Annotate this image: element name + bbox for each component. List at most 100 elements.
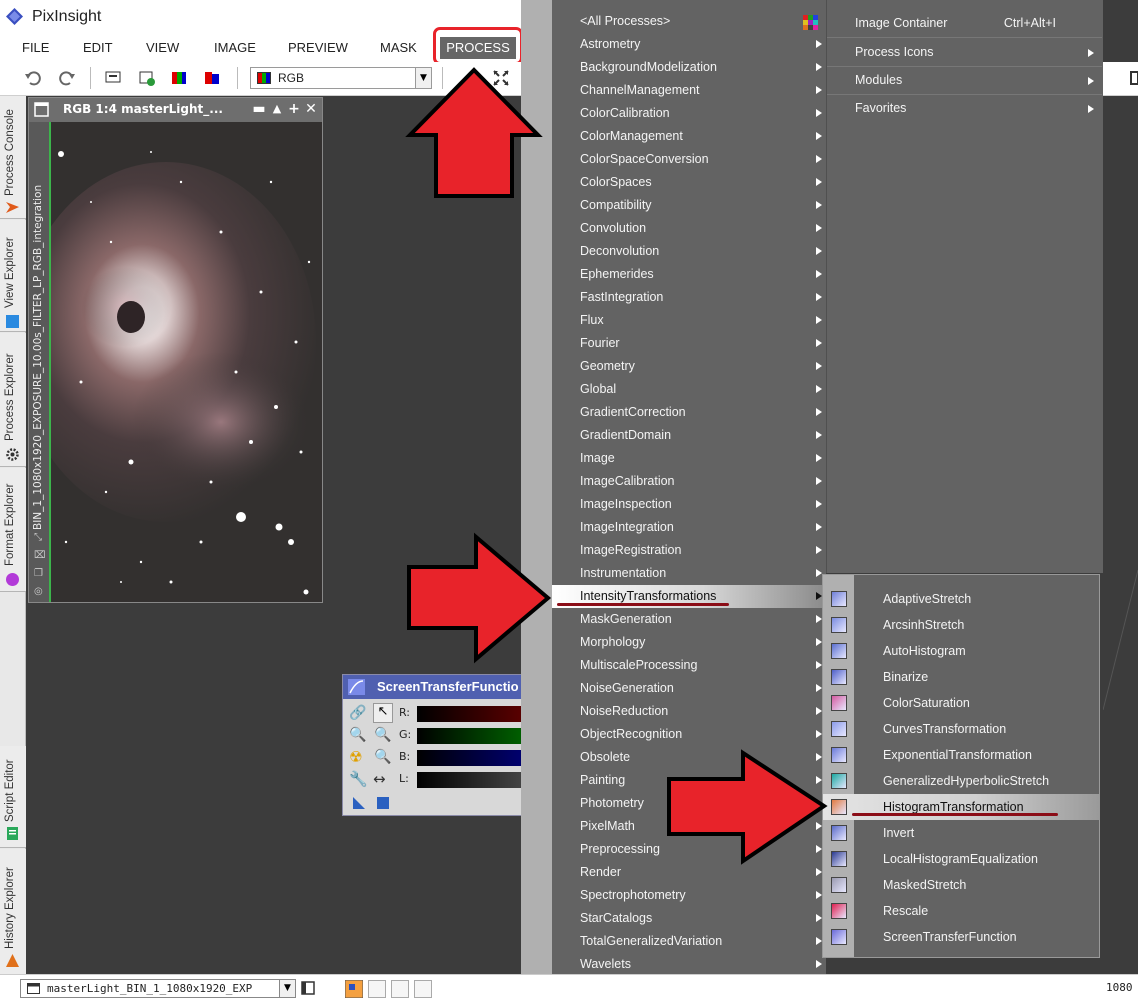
stf-luminance-slider[interactable] [417, 772, 523, 788]
zoom-icon[interactable]: 🔍 [349, 727, 366, 743]
process-menu-item[interactable]: ColorSpaceConversion [552, 148, 826, 171]
process-menu-item[interactable]: Convolution [552, 217, 826, 240]
tab-process-explorer[interactable]: Process Explorer [0, 333, 26, 467]
process-menu-item[interactable]: NoiseReduction [552, 700, 826, 723]
process-menu-item[interactable]: Painting [552, 769, 826, 792]
target-icon[interactable]: ◎ [34, 586, 43, 597]
new-image-icon[interactable] [138, 69, 156, 87]
intensity-menu-item[interactable]: Binarize [823, 664, 1099, 690]
menu-item-favorites[interactable]: Favorites [827, 95, 1102, 123]
stf-red-slider[interactable] [417, 706, 523, 722]
close-icon[interactable]: ✕ [303, 101, 319, 117]
process-menu-item[interactable]: NoiseGeneration [552, 677, 826, 700]
menu-item-image-container[interactable]: Image Container Ctrl+Alt+I [827, 10, 1102, 38]
minimize-icon[interactable]: ▬ [251, 101, 267, 117]
tab-format-explorer[interactable]: Format Explorer [0, 468, 26, 592]
horizontal-arrows-icon[interactable]: ↔ [373, 770, 386, 788]
empty-slot[interactable] [414, 980, 432, 998]
pointer-icon[interactable]: ↖ [373, 703, 393, 723]
process-menu-item[interactable]: FastIntegration [552, 286, 826, 309]
fit-view-icon[interactable] [492, 69, 510, 87]
tab-view-explorer[interactable]: View Explorer [0, 220, 26, 332]
zoom-in-icon[interactable]: 🔍 [374, 727, 391, 743]
tab-history-explorer[interactable]: History Explorer [0, 849, 26, 974]
redo-icon[interactable] [58, 69, 76, 87]
screen-icon[interactable] [104, 69, 122, 87]
intensity-menu-item[interactable]: GeneralizedHyperbolicStretch [823, 768, 1099, 794]
image-window-titlebar[interactable]: RGB 1:4 masterLight_... ▬ ▲ + ✕ [29, 98, 322, 122]
process-menu-item[interactable]: Photometry [552, 792, 826, 815]
intensity-menu-item[interactable]: MaskedStretch [823, 872, 1099, 898]
process-menu-item[interactable]: Spectrophotometry [552, 884, 826, 907]
undo-icon[interactable] [24, 69, 42, 87]
intensity-menu-item[interactable]: Rescale [823, 898, 1099, 924]
intensity-menu-item[interactable]: AutoHistogram [823, 638, 1099, 664]
process-menu-item[interactable]: Global [552, 378, 826, 401]
process-menu-item[interactable]: Flux [552, 309, 826, 332]
process-menu-item[interactable]: Instrumentation [552, 562, 826, 585]
tab-process-console[interactable]: Process Console [0, 96, 26, 219]
process-menu-item[interactable]: Preprocessing [552, 838, 826, 861]
rgb-channels-icon[interactable] [170, 69, 188, 87]
process-menu-item[interactable]: MaskGeneration [552, 608, 826, 631]
process-menu-item[interactable]: ImageInspection [552, 493, 826, 516]
copy-icon[interactable]: ❐ [34, 568, 43, 579]
shade-icon[interactable]: ▲ [269, 101, 285, 117]
maximize-icon[interactable]: + [286, 101, 302, 117]
process-menu-item[interactable]: ImageRegistration [552, 539, 826, 562]
process-menu-item[interactable]: Compatibility [552, 194, 826, 217]
stf-titlebar[interactable]: ScreenTransferFunctio [343, 675, 523, 699]
link-icon[interactable]: 🔗 [349, 705, 366, 721]
process-menu-item[interactable]: Ephemerides [552, 263, 826, 286]
menu-preview[interactable]: PREVIEW [288, 40, 348, 55]
zoom-out-icon[interactable]: 🔍 [374, 749, 391, 765]
process-menu-item[interactable]: ImageIntegration [552, 516, 826, 539]
menu-view[interactable]: VIEW [146, 40, 179, 55]
process-menu-item[interactable]: ChannelManagement [552, 79, 826, 102]
intensity-menu-item[interactable]: LocalHistogramEqualization [823, 846, 1099, 872]
process-menu-item[interactable]: Wavelets [552, 953, 826, 976]
tab-script-editor[interactable]: Script Editor [0, 746, 26, 848]
intensity-menu-item[interactable]: ArcsinhStretch [823, 612, 1099, 638]
process-menu-item[interactable]: Astrometry [552, 33, 826, 56]
intensity-menu-item[interactable]: ColorSaturation [823, 690, 1099, 716]
link-view-icon[interactable]: ⤡ [34, 532, 42, 543]
menu-mask[interactable]: MASK [380, 40, 417, 55]
apply-global-icon[interactable] [377, 797, 389, 809]
process-menu-item[interactable]: StarCatalogs [552, 907, 826, 930]
wrench-icon[interactable]: 🔧 [349, 770, 368, 788]
intensity-menu-item[interactable]: Invert [823, 820, 1099, 846]
screen-transfer-function-panel[interactable]: ScreenTransferFunctio 🔗 ↖ R: 🔍 🔍 G: ☢ 🔍 … [342, 674, 523, 816]
menu-file[interactable]: FILE [22, 40, 49, 55]
menu-item-process-icons[interactable]: Process Icons [827, 39, 1102, 67]
menu-item-modules[interactable]: Modules [827, 67, 1102, 95]
intensity-menu-item[interactable]: HistogramTransformation [823, 794, 1099, 820]
preview-icon[interactable]: ⌧ [34, 550, 46, 561]
auto-stretch-icon[interactable]: ☢ [349, 748, 362, 766]
process-menu-item[interactable]: Deconvolution [552, 240, 826, 263]
process-menu-item[interactable]: PixelMath [552, 815, 826, 838]
process-menu-item[interactable]: ColorSpaces [552, 171, 826, 194]
window-icon[interactable] [300, 980, 316, 996]
intensity-menu-item[interactable]: CurvesTransformation [823, 716, 1099, 742]
process-menu-item[interactable]: Image [552, 447, 826, 470]
toolbar-overflow-icon[interactable] [1129, 70, 1138, 86]
image-window[interactable]: RGB 1:4 masterLight_... ▬ ▲ + ✕ BIN_1_10… [28, 97, 323, 603]
chevron-down-icon[interactable]: ▼ [279, 980, 295, 997]
process-menu-item[interactable]: Geometry [552, 355, 826, 378]
empty-slot[interactable] [391, 980, 409, 998]
intensity-menu-item[interactable]: ExponentialTransformation [823, 742, 1099, 768]
process-menu-item[interactable]: BackgroundModelization [552, 56, 826, 79]
intensity-menu-item[interactable]: AdaptiveStretch [823, 586, 1099, 612]
process-menu-item[interactable]: TotalGeneralizedVariation [552, 930, 826, 953]
process-menu-item[interactable]: ColorCalibration [552, 102, 826, 125]
empty-slot[interactable] [368, 980, 386, 998]
color-swatch-icon[interactable] [345, 980, 363, 998]
stf-blue-slider[interactable] [417, 750, 523, 766]
chevron-down-icon[interactable]: ▼ [415, 68, 431, 88]
process-menu-item[interactable]: ObjectRecognition [552, 723, 826, 746]
process-menu-item[interactable]: Obsolete [552, 746, 826, 769]
process-menu-item[interactable]: Render [552, 861, 826, 884]
process-menu-item[interactable]: GradientDomain [552, 424, 826, 447]
process-menu-item[interactable]: ImageCalibration [552, 470, 826, 493]
